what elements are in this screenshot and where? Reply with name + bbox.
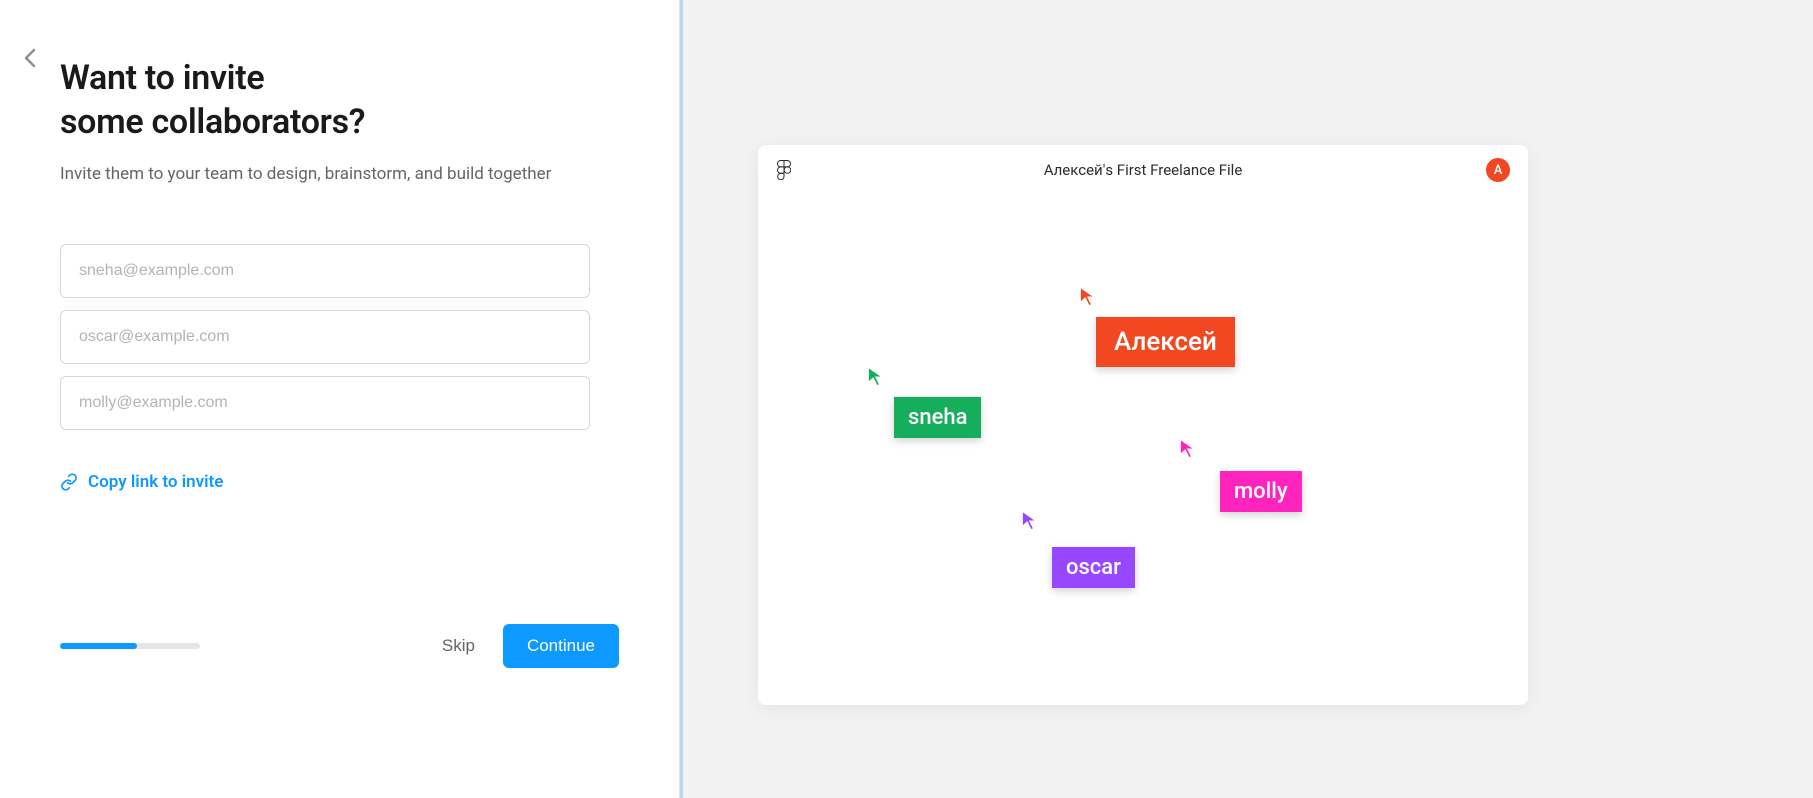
cursor-icon bbox=[866, 365, 888, 387]
email-field-1[interactable] bbox=[60, 244, 590, 298]
progress-bar bbox=[60, 643, 200, 649]
cursor-icon bbox=[1078, 285, 1100, 307]
back-button[interactable] bbox=[18, 46, 42, 70]
canvas-body: Алексей sneha molly bbox=[758, 195, 1528, 705]
cursor-sneha-label: sneha bbox=[894, 397, 981, 438]
page-subheading: Invite them to your team to design, brai… bbox=[60, 164, 619, 184]
cursor-owner: Алексей bbox=[1078, 285, 1100, 311]
panel-footer: Skip Continue bbox=[60, 624, 619, 668]
link-icon bbox=[60, 473, 78, 491]
cursor-oscar-label: oscar bbox=[1052, 547, 1135, 588]
cursor-owner-label: Алексей bbox=[1096, 317, 1235, 367]
cursor-molly: molly bbox=[1178, 437, 1200, 463]
cursor-oscar: oscar bbox=[1020, 509, 1042, 535]
preview-canvas: Алексей's First Freelance File A Алексей bbox=[758, 145, 1528, 705]
cursor-icon bbox=[1178, 437, 1200, 459]
page-heading: Want to invite some collaborators? bbox=[60, 56, 619, 144]
user-avatar: A bbox=[1486, 158, 1510, 182]
figma-logo-icon bbox=[776, 159, 792, 181]
chevron-left-icon bbox=[24, 48, 36, 68]
canvas-header: Алексей's First Freelance File A bbox=[758, 145, 1528, 195]
file-title: Алексей's First Freelance File bbox=[758, 161, 1528, 179]
cursor-sneha: sneha bbox=[866, 365, 888, 391]
heading-line-1: Want to invite bbox=[60, 58, 264, 98]
cursor-icon bbox=[1020, 509, 1042, 531]
heading-line-2: some collaborators? bbox=[60, 102, 365, 142]
preview-panel: Алексей's First Freelance File A Алексей bbox=[680, 0, 1813, 798]
skip-button[interactable]: Skip bbox=[442, 636, 475, 656]
cursor-molly-label: molly bbox=[1220, 471, 1302, 512]
progress-fill bbox=[60, 643, 137, 649]
invite-panel: Want to invite some collaborators? Invit… bbox=[0, 0, 680, 798]
continue-button[interactable]: Continue bbox=[503, 624, 619, 668]
email-field-2[interactable] bbox=[60, 310, 590, 364]
copy-link-button[interactable]: Copy link to invite bbox=[60, 472, 223, 492]
email-field-3[interactable] bbox=[60, 376, 590, 430]
copy-link-label: Copy link to invite bbox=[88, 472, 223, 492]
